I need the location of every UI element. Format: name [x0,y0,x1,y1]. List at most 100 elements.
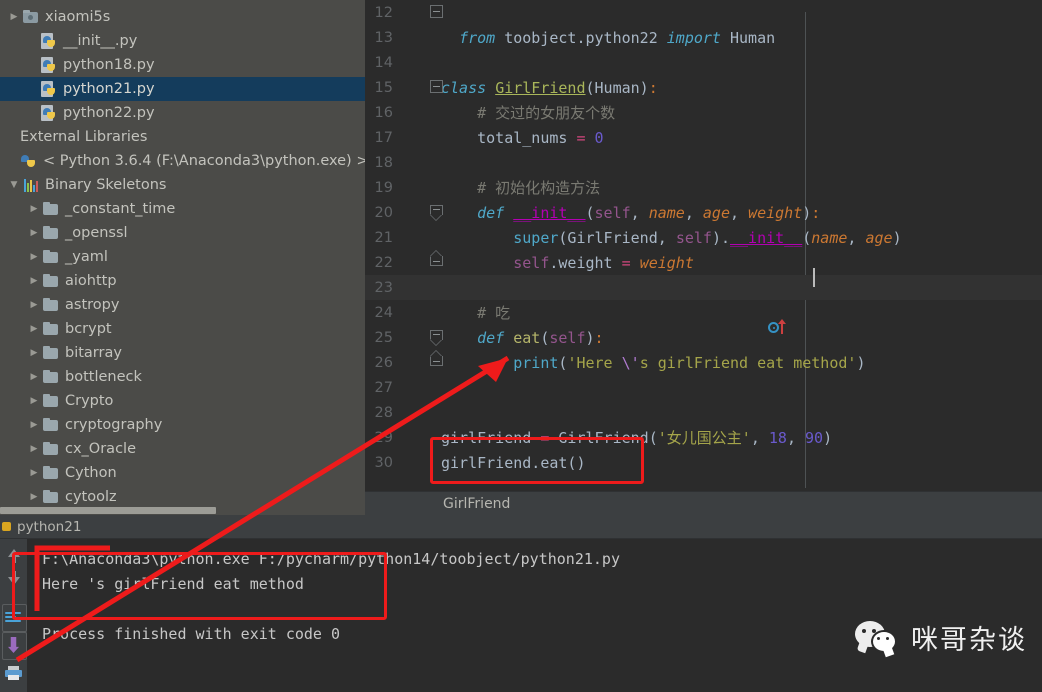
tree-item-cython[interactable]: ▶ Cython [0,461,365,485]
sidebar-horizontal-scrollbar[interactable] [0,506,365,515]
tree-item--openssl[interactable]: ▶ _openssl [0,221,365,245]
tree-item-bitarray[interactable]: ▶ bitarray [0,341,365,365]
editor-gutter[interactable] [399,225,441,250]
code-token: 18 [768,429,787,447]
code-line[interactable]: 15 class GirlFriend(Human): [365,75,1042,100]
tree-item--yaml[interactable]: ▶ _yaml [0,245,365,269]
code-line[interactable]: 23 [365,275,1042,300]
code-line[interactable]: 20 def __init__(self, name, age, weight)… [365,200,1042,225]
chevron-right-icon[interactable]: ▶ [26,468,42,478]
editor-gutter[interactable] [399,100,441,125]
tree-item-aiohttp[interactable]: ▶ aiohttp [0,269,365,293]
scroll-up-button[interactable] [0,539,27,567]
tree-item-cryptography[interactable]: ▶ cryptography [0,413,365,437]
fold-collapse-icon[interactable] [430,5,443,18]
code-editor[interactable]: 12 13 from toobject.python22 import Human… [365,0,1042,515]
tree-item-astropy[interactable]: ▶ astropy [0,293,365,317]
chevron-right-icon[interactable]: ▶ [26,300,42,310]
code-line[interactable]: 18 [365,150,1042,175]
run-tab-bar[interactable]: python21 [0,515,1042,539]
tree-item-crypto[interactable]: ▶ Crypto [0,389,365,413]
code-line[interactable]: 25 def eat(self): [365,325,1042,350]
fold-region-start-icon[interactable] [430,205,443,221]
editor-gutter[interactable] [399,200,443,225]
editor-gutter[interactable] [399,325,443,350]
project-tree-panel[interactable]: ▶xiaomi5s▶__init__.py▶python18.py▶python… [0,0,365,515]
print-button[interactable] [0,659,27,687]
fold-region-start-icon[interactable] [430,330,443,346]
editor-gutter[interactable] [399,300,441,325]
tree-item--constant-time[interactable]: ▶ _constant_time [0,197,365,221]
editor-gutter[interactable] [399,400,441,425]
scroll-down-button[interactable] [0,567,27,595]
tree-item-python18-py[interactable]: ▶python18.py [0,53,365,77]
editor-gutter[interactable] [399,50,441,75]
tree-item-cx-oracle[interactable]: ▶ cx_Oracle [0,437,365,461]
code-token: import [666,28,721,47]
editor-gutter[interactable] [399,275,441,300]
chevron-right-icon[interactable]: ▶ [26,420,42,430]
editor-gutter[interactable] [399,125,441,150]
chevron-right-icon[interactable]: ▶ [26,396,42,406]
tree-item-bottleneck[interactable]: ▶ bottleneck [0,365,365,389]
editor-gutter[interactable] [399,0,443,25]
chevron-down-icon[interactable]: ▼ [6,180,22,190]
editor-gutter[interactable] [399,150,441,175]
code-token: total_nums [441,128,577,147]
tree-item-interpreter[interactable]: ▶< Python 3.6.4 (F:\Anaconda3\python.exe… [0,149,365,173]
tree-item-python21-py[interactable]: ▶python21.py [0,77,365,101]
soft-wrap-button[interactable] [0,603,27,632]
editor-gutter[interactable] [399,250,443,275]
code-line[interactable]: 22 self.weight = weight [365,250,1042,275]
tree-item--init-py[interactable]: ▶__init__.py [0,29,365,53]
chevron-right-icon[interactable]: ▶ [26,444,42,454]
code-line[interactable]: 28 [365,400,1042,425]
fold-region-end-icon[interactable] [430,251,443,266]
code-line[interactable]: 12 [365,0,1042,25]
code-line[interactable]: 16 # 交过的女朋友个数 [365,100,1042,125]
fold-region-end-icon[interactable] [430,351,443,366]
tree-item-python22-py[interactable]: ▶python22.py [0,101,365,125]
chevron-right-icon[interactable]: ▶ [26,492,42,502]
editor-gutter[interactable] [399,450,441,475]
code-line[interactable]: 27 [365,375,1042,400]
code-line[interactable]: 30 girlFriend.eat() [365,450,1042,475]
run-tab-label[interactable]: python21 [17,519,81,535]
scrollbar-thumb[interactable] [0,507,216,514]
folder-icon [42,465,60,481]
chevron-right-icon[interactable]: ▶ [26,324,42,334]
console-output[interactable]: F:\Anaconda3\python.exe F:/pycharm/pytho… [27,539,1042,692]
breadcrumb[interactable]: GirlFriend [365,491,1042,515]
editor-gutter[interactable] [399,25,441,50]
chevron-right-icon[interactable]: ▶ [26,372,42,382]
override-method-icon[interactable] [768,319,790,337]
fold-collapse-icon[interactable] [430,80,443,93]
console-side-toolbar[interactable] [0,539,27,692]
code-line[interactable]: 21 super(GirlFriend, self).__init__(name… [365,225,1042,250]
code-line[interactable]: 19 # 初始化构造方法 [365,175,1042,200]
chevron-right-icon[interactable]: ▶ [26,252,42,262]
tree-item-bcrypt[interactable]: ▶ bcrypt [0,317,365,341]
editor-gutter[interactable] [399,350,443,375]
chevron-right-icon[interactable]: ▶ [26,228,42,238]
chevron-right-icon[interactable]: ▶ [26,204,42,214]
chevron-right-icon[interactable]: ▶ [6,12,22,22]
code-line[interactable]: 17 total_nums = 0 [365,125,1042,150]
tree-item-binary-skeletons[interactable]: ▼ Binary Skeletons [0,173,365,197]
tree-item-external-libraries[interactable]: ▶External Libraries [0,125,365,149]
pin-tab-button[interactable] [0,631,27,660]
code-line[interactable]: 29 girlFriend = GirlFriend('女儿国公主', 18, 9… [365,425,1042,450]
tree-item-xiaomi5s[interactable]: ▶ xiaomi5s [0,5,365,29]
chevron-right-icon[interactable]: ▶ [26,276,42,286]
code-line[interactable]: 14 [365,50,1042,75]
editor-gutter[interactable] [399,75,443,100]
chevron-right-icon[interactable]: ▶ [26,348,42,358]
editor-gutter[interactable] [399,425,441,450]
code-text: # 吃 [441,302,510,323]
editor-gutter[interactable] [399,175,441,200]
code-line[interactable]: 26 print('Here \'s girlFriend eat method… [365,350,1042,375]
editor-gutter[interactable] [399,375,441,400]
code-line[interactable]: 13 from toobject.python22 import Human [365,25,1042,50]
code-line[interactable]: 24 # 吃 [365,300,1042,325]
